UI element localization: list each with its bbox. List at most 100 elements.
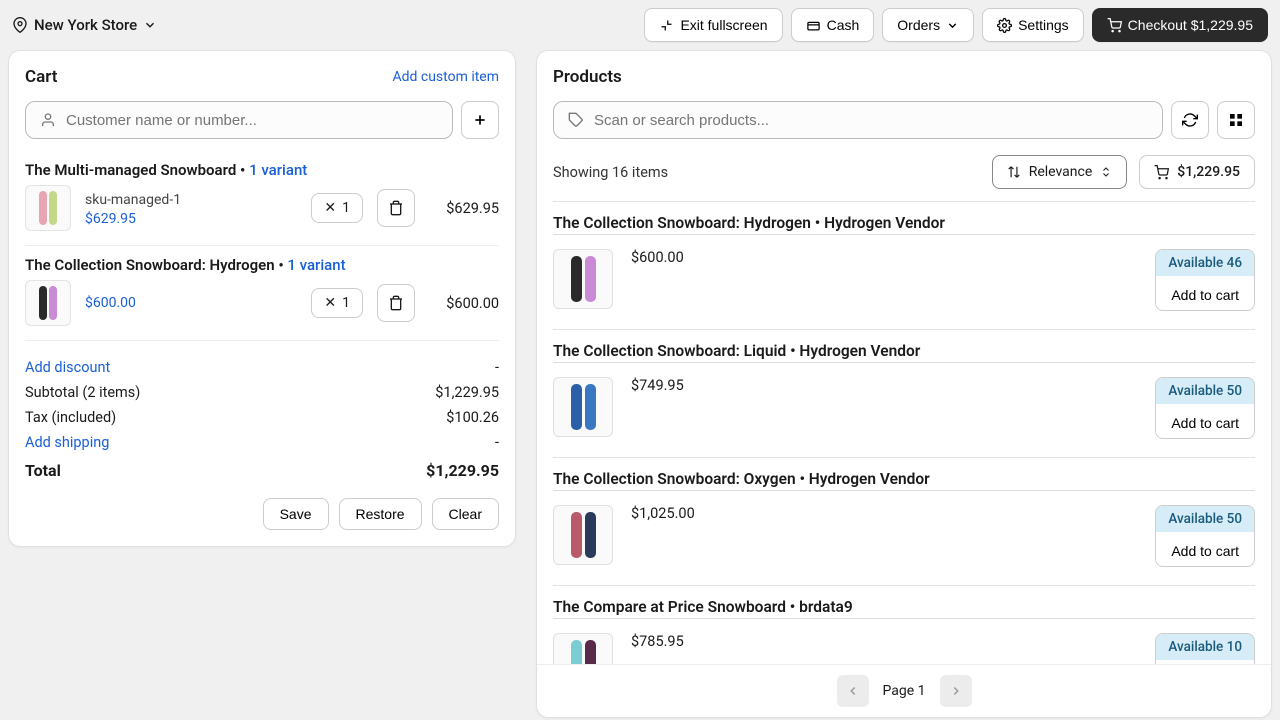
plus-icon <box>472 112 488 128</box>
variant-link[interactable]: 1 variant <box>249 161 307 179</box>
pin-icon <box>12 17 28 33</box>
product-price: $600.00 <box>631 249 1137 311</box>
chevron-down-icon <box>946 19 959 32</box>
cart-icon <box>1154 165 1169 180</box>
discount-value: - <box>495 359 499 376</box>
product-thumbnail <box>553 249 613 309</box>
remove-item-button[interactable] <box>377 284 415 322</box>
refresh-button[interactable] <box>1171 101 1209 139</box>
variant-link[interactable]: 1 variant <box>287 256 345 274</box>
chevron-left-icon <box>846 684 860 698</box>
sort-button[interactable]: Relevance <box>992 155 1128 189</box>
remove-item-button[interactable] <box>377 189 415 227</box>
chevron-down-icon <box>143 18 157 32</box>
subtotal-value: $1,229.95 <box>435 384 499 401</box>
add-discount-link[interactable]: Add discount <box>25 359 110 376</box>
product-row: The Collection Snowboard: Oxygen • Hydro… <box>553 458 1255 586</box>
quantity-value: 1 <box>342 295 350 311</box>
cart-title: Cart <box>25 67 58 87</box>
product-title[interactable]: The Compare at Price Snowboard • brdata9 <box>553 598 1255 619</box>
clear-button[interactable]: Clear <box>432 498 499 530</box>
add-shipping-link[interactable]: Add shipping <box>25 434 109 451</box>
next-page-button[interactable] <box>940 675 972 707</box>
cash-button[interactable]: Cash <box>791 8 875 42</box>
settings-button[interactable]: Settings <box>982 8 1084 42</box>
cart-item: The Multi-managed Snowboard • 1 variant s… <box>25 155 499 246</box>
subtotal-label: Subtotal (2 items) <box>25 384 140 401</box>
products-panel: Products Showing 16 items Relevance <box>536 50 1272 718</box>
refresh-icon <box>1182 112 1198 128</box>
grid-icon <box>1228 112 1244 128</box>
orders-button[interactable]: Orders <box>882 8 974 42</box>
product-price: $1,025.00 <box>631 505 1137 567</box>
trash-icon <box>388 295 404 311</box>
chevron-right-icon <box>949 684 963 698</box>
availability-badge: Available 50 <box>1156 506 1254 532</box>
products-title: Products <box>553 67 622 87</box>
location-name: New York Store <box>34 16 137 34</box>
product-price: $749.95 <box>631 377 1137 439</box>
cash-icon <box>806 18 821 33</box>
restore-button[interactable]: Restore <box>339 498 422 530</box>
sort-icon <box>1007 165 1021 179</box>
product-actions: Available 50 Add to cart <box>1155 377 1255 439</box>
product-title[interactable]: The Collection Snowboard: Hydrogen • Hyd… <box>553 214 1255 235</box>
tax-value: $100.26 <box>446 409 499 426</box>
product-search-input[interactable] <box>594 112 1148 129</box>
product-row: The Collection Snowboard: Hydrogen • Hyd… <box>553 202 1255 330</box>
tag-icon <box>568 112 584 128</box>
add-to-cart-button[interactable]: Add to cart <box>1156 410 1254 438</box>
availability-badge: Available 10 <box>1156 634 1254 660</box>
pagination: Page 1 <box>537 664 1271 717</box>
add-custom-item-link[interactable]: Add custom item <box>392 69 499 85</box>
quantity-value: 1 <box>342 200 350 216</box>
cart-item-title: The Collection Snowboard: Hydrogen • 1 v… <box>25 256 499 274</box>
quantity-stepper[interactable]: ✕ 1 <box>311 193 363 223</box>
times-icon: ✕ <box>324 200 336 216</box>
product-actions: Available 46 Add to cart <box>1155 249 1255 311</box>
product-title[interactable]: The Collection Snowboard: Oxygen • Hydro… <box>553 470 1255 491</box>
cart-icon <box>1107 18 1122 33</box>
add-customer-button[interactable] <box>461 101 499 139</box>
chevron-up-down-icon <box>1100 166 1112 178</box>
cart-total-chip[interactable]: $1,229.95 <box>1139 155 1255 189</box>
add-to-cart-button[interactable]: Add to cart <box>1156 282 1254 310</box>
grid-view-button[interactable] <box>1217 101 1255 139</box>
location-selector[interactable]: New York Store <box>12 16 157 34</box>
availability-badge: Available 46 <box>1156 250 1254 276</box>
page-indicator: Page 1 <box>883 683 926 699</box>
trash-icon <box>388 200 404 216</box>
availability-badge: Available 50 <box>1156 378 1254 404</box>
gear-icon <box>997 18 1012 33</box>
cart-item-title: The Multi-managed Snowboard • 1 variant <box>25 161 499 179</box>
product-thumbnail <box>25 185 71 231</box>
prev-page-button[interactable] <box>837 675 869 707</box>
customer-search[interactable] <box>25 101 453 139</box>
sku: sku-managed-1 <box>85 190 297 211</box>
total-value: $1,229.95 <box>426 461 499 480</box>
product-thumbnail <box>25 280 71 326</box>
product-row: The Collection Snowboard: Liquid • Hydro… <box>553 330 1255 458</box>
quantity-stepper[interactable]: ✕ 1 <box>311 288 363 318</box>
times-icon: ✕ <box>324 295 336 311</box>
tax-label: Tax (included) <box>25 409 116 426</box>
exit-fullscreen-button[interactable]: Exit fullscreen <box>644 8 782 42</box>
cart-item: The Collection Snowboard: Hydrogen • 1 v… <box>25 246 499 341</box>
add-to-cart-button[interactable]: Add to cart <box>1156 538 1254 566</box>
product-thumbnail <box>553 505 613 565</box>
unit-price[interactable]: $600.00 <box>85 295 297 311</box>
checkout-button[interactable]: Checkout $1,229.95 <box>1092 8 1268 42</box>
unit-price[interactable]: $629.95 <box>85 211 297 227</box>
product-title[interactable]: The Collection Snowboard: Liquid • Hydro… <box>553 342 1255 363</box>
showing-count: Showing 16 items <box>553 164 668 181</box>
customer-search-input[interactable] <box>66 112 438 129</box>
line-price: $600.00 <box>429 295 499 312</box>
product-thumbnail <box>553 377 613 437</box>
shipping-value: - <box>495 434 499 451</box>
product-actions: Available 50 Add to cart <box>1155 505 1255 567</box>
total-label: Total <box>25 461 61 480</box>
collapse-icon <box>659 18 674 33</box>
person-icon <box>40 112 56 128</box>
save-button[interactable]: Save <box>263 498 329 530</box>
product-search[interactable] <box>553 101 1163 139</box>
